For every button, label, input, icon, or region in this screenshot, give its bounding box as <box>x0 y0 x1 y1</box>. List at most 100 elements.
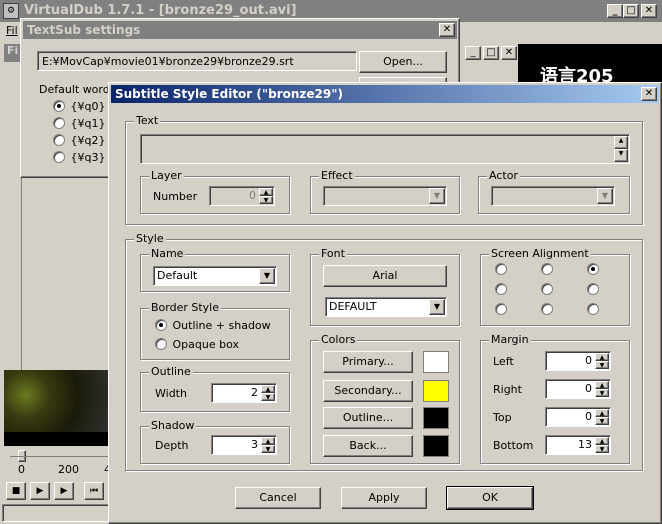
font-group-label: Font <box>319 247 347 261</box>
textsub-close-icon[interactable]: ✕ <box>439 23 455 37</box>
option-q2-radio[interactable] <box>53 134 65 146</box>
alignment-radio-3[interactable] <box>587 303 599 315</box>
alignment-radio-7[interactable] <box>495 263 507 275</box>
font-button[interactable]: Arial <box>323 265 447 287</box>
menu-file-2[interactable]: Fi <box>4 44 18 57</box>
editor-titlebar[interactable]: Subtitle Style Editor ("bronze29") ✕ <box>111 85 659 103</box>
margin-bottom-label: Bottom <box>493 439 534 452</box>
opaque-box-radio[interactable] <box>155 338 167 350</box>
layer-number-field[interactable]: 0 ▲ ▼ <box>209 186 275 206</box>
subtitle-path-field[interactable]: E:¥MovCap¥movie01¥bronze29¥bronze29.srt <box>37 51 357 71</box>
spin-up-icon[interactable]: ▲ <box>595 353 609 361</box>
minimize-icon[interactable]: _ <box>607 4 623 18</box>
secondary-color-button[interactable]: Secondary... <box>323 380 413 402</box>
margin-left-spin[interactable]: ▲ ▼ <box>595 353 609 369</box>
outline-width-spin[interactable]: ▲ ▼ <box>261 385 275 401</box>
close-icon[interactable]: ✕ <box>641 4 657 18</box>
shadow-depth-spin[interactable]: ▲ ▼ <box>261 437 275 453</box>
spin-up-icon[interactable]: ▲ <box>259 188 273 196</box>
back-color-swatch[interactable] <box>423 435 449 457</box>
dropdown-arrow-icon[interactable]: ▼ <box>259 268 275 284</box>
spin-up-icon[interactable]: ▲ <box>261 385 275 393</box>
dropdown-arrow-icon[interactable]: ▼ <box>597 188 613 204</box>
alignment-radio-6[interactable] <box>587 283 599 295</box>
ok-button[interactable]: OK <box>446 486 534 510</box>
timeline-track[interactable] <box>10 450 110 462</box>
alignment-radio-2[interactable] <box>541 303 553 315</box>
colors-group-label: Colors <box>319 333 358 347</box>
option-q3-radio[interactable] <box>53 151 65 163</box>
margin-bottom-field[interactable]: 13 ▲ ▼ <box>545 435 611 455</box>
primary-color-button[interactable]: Primary... <box>323 351 413 373</box>
opaque-box-option[interactable]: Opaque box <box>155 338 239 353</box>
dropdown-arrow-icon[interactable]: ▼ <box>429 188 445 204</box>
margin-top-field[interactable]: 0 ▲ ▼ <box>545 407 611 427</box>
play-output-button[interactable]: ▶ <box>54 482 74 500</box>
alignment-radio-9[interactable] <box>587 263 599 275</box>
margin-right-label: Right <box>493 383 522 396</box>
apply-button[interactable]: Apply <box>341 487 427 509</box>
spin-down-icon[interactable]: ▼ <box>261 393 275 401</box>
shadow-depth-field[interactable]: 3 ▲ ▼ <box>211 435 277 455</box>
maximize-icon[interactable]: □ <box>623 4 639 18</box>
actor-dropdown[interactable]: ▼ <box>491 186 615 206</box>
spin-down-icon[interactable]: ▼ <box>259 196 273 204</box>
alignment-radio-5[interactable] <box>541 283 553 295</box>
effect-dropdown[interactable]: ▼ <box>323 186 447 206</box>
menu-file[interactable]: Fil <box>6 24 18 37</box>
outline-width-field[interactable]: 2 ▲ ▼ <box>211 383 277 403</box>
outline-group: Outline Width 2 ▲ ▼ <box>140 365 290 412</box>
outline-shadow-label: Outline + shadow <box>172 319 271 332</box>
subtitle-path: E:¥MovCap¥movie01¥bronze29¥bronze29.srt <box>42 55 294 68</box>
cancel-button[interactable]: Cancel <box>235 487 321 509</box>
spin-down-icon[interactable]: ▼ <box>261 445 275 453</box>
charset-dropdown[interactable]: DEFAULT ▼ <box>325 297 447 317</box>
layer-spin[interactable]: ▲ ▼ <box>259 188 273 204</box>
margin-left-field[interactable]: 0 ▲ ▼ <box>545 351 611 371</box>
layer-group-label: Layer <box>149 169 184 183</box>
spin-down-icon[interactable]: ▼ <box>595 389 609 397</box>
back-color-button[interactable]: Back... <box>323 435 413 457</box>
margin-bottom-spin[interactable]: ▲ ▼ <box>595 437 609 453</box>
charset-value: DEFAULT <box>329 300 377 313</box>
spin-up-icon[interactable]: ▲ <box>595 409 609 417</box>
alignment-radio-8[interactable] <box>541 263 553 275</box>
margin-top-spin[interactable]: ▲ ▼ <box>595 409 609 425</box>
stop-button[interactable]: ■ <box>6 482 26 500</box>
width-label: Width <box>155 387 187 400</box>
text-scrollbar[interactable]: ▲ ▼ <box>614 136 628 162</box>
spin-down-icon[interactable]: ▼ <box>614 149 628 162</box>
spin-up-icon[interactable]: ▲ <box>595 381 609 389</box>
outline-color-swatch[interactable] <box>423 407 449 429</box>
primary-color-swatch[interactable] <box>423 351 449 373</box>
editor-close-icon[interactable]: ✕ <box>641 87 657 101</box>
style-name-dropdown[interactable]: Default ▼ <box>153 266 277 286</box>
child-maximize-icon[interactable]: □ <box>483 46 499 60</box>
subtitle-text-field[interactable]: ▲ ▼ <box>140 134 630 164</box>
outline-shadow-option[interactable]: Outline + shadow <box>155 319 271 334</box>
spin-up-icon[interactable]: ▲ <box>261 437 275 445</box>
alignment-radio-4[interactable] <box>495 283 507 295</box>
secondary-color-swatch[interactable] <box>423 380 449 402</box>
child-minimize-icon[interactable]: _ <box>465 46 481 60</box>
spin-up-icon[interactable]: ▲ <box>595 437 609 445</box>
actor-group-label: Actor <box>487 169 520 183</box>
editor-title: Subtitle Style Editor ("bronze29") <box>115 87 343 101</box>
alignment-radio-1[interactable] <box>495 303 507 315</box>
start-button[interactable]: ⏮ <box>84 482 104 500</box>
spin-down-icon[interactable]: ▼ <box>595 445 609 453</box>
spin-down-icon[interactable]: ▼ <box>595 417 609 425</box>
spin-up-icon[interactable]: ▲ <box>614 136 628 149</box>
margin-right-field[interactable]: 0 ▲ ▼ <box>545 379 611 399</box>
outline-shadow-radio[interactable] <box>155 319 167 331</box>
spin-down-icon[interactable]: ▼ <box>595 361 609 369</box>
margin-right-spin[interactable]: ▲ ▼ <box>595 381 609 397</box>
dropdown-arrow-icon[interactable]: ▼ <box>429 299 445 315</box>
option-q0-radio[interactable] <box>53 100 65 112</box>
child-close-icon[interactable]: ✕ <box>501 46 517 60</box>
textsub-titlebar[interactable]: TextSub settings ✕ <box>23 21 457 39</box>
open-button[interactable]: Open... <box>359 51 447 73</box>
option-q1-radio[interactable] <box>53 117 65 129</box>
play-input-button[interactable]: ▶ <box>30 482 50 500</box>
outline-color-button[interactable]: Outline... <box>323 407 413 429</box>
